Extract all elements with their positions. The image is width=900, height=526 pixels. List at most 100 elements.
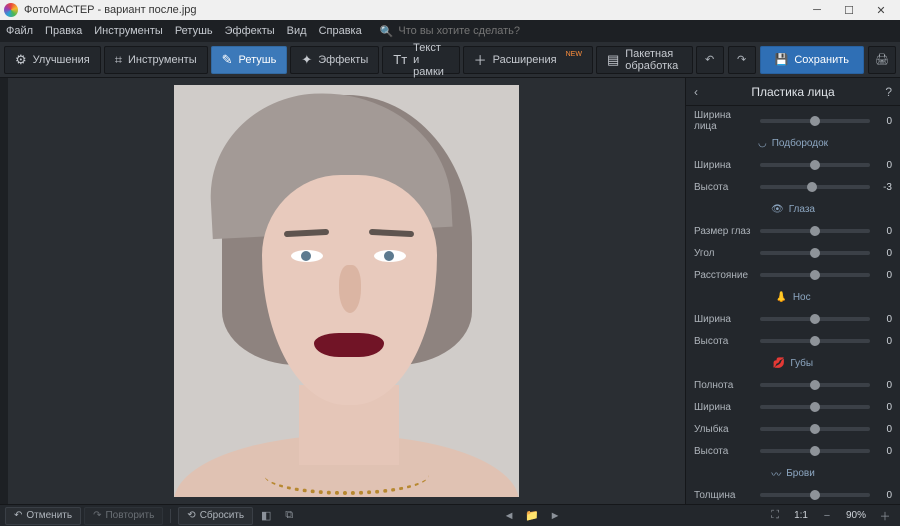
- section-header: 👃Нос: [694, 287, 892, 307]
- slider-track[interactable]: [760, 251, 870, 255]
- slider-eye_angle: Угол 0: [686, 242, 900, 264]
- slider-label: Высота: [694, 182, 754, 193]
- slider-label: Высота: [694, 336, 754, 347]
- slider-track[interactable]: [760, 405, 870, 409]
- brow-icon: 〰: [771, 466, 781, 481]
- tab-batch[interactable]: ▤Пакетная обработка: [596, 46, 693, 74]
- image-preview: [174, 85, 519, 497]
- slider-lips_width: Ширина 0: [686, 396, 900, 418]
- slider-thumb[interactable]: [810, 160, 820, 170]
- slider-label: Улыбка: [694, 424, 754, 435]
- slider-value: 0: [876, 248, 892, 259]
- panel-back-button[interactable]: ‹: [694, 85, 698, 99]
- fit-button[interactable]: ⛶: [765, 507, 785, 525]
- left-strip: [0, 78, 8, 504]
- window-title: ФотоМАСТЕР - вариант после.jpg: [24, 4, 197, 16]
- panel-help-button[interactable]: ?: [885, 85, 892, 99]
- slider-thumb[interactable]: [810, 424, 820, 434]
- slider-lips_height: Высота 0: [686, 440, 900, 462]
- slider-thumb[interactable]: [810, 402, 820, 412]
- slider-lips_smile: Улыбка 0: [686, 418, 900, 440]
- slider-thumb[interactable]: [810, 446, 820, 456]
- minimize-button[interactable]: ─: [802, 1, 832, 19]
- slider-track[interactable]: [760, 317, 870, 321]
- slider-thumb[interactable]: [810, 490, 820, 500]
- rotate-left-button[interactable]: ↶: [696, 46, 724, 74]
- print-icon: 🖨: [875, 53, 889, 66]
- menu-tools[interactable]: Инструменты: [94, 25, 163, 37]
- app-logo-icon: [4, 3, 18, 17]
- slider-label: Ширина: [694, 314, 754, 325]
- menu-file[interactable]: Файл: [6, 25, 33, 37]
- slider-track[interactable]: [760, 229, 870, 233]
- bottombar: ↶Отменить ↷Повторить ⟲Сбросить ◧ ⧉ ◄ 📁 ►…: [0, 504, 900, 526]
- prev-button[interactable]: ◄: [499, 507, 519, 525]
- zoom-label: 90%: [846, 510, 866, 521]
- slider-track[interactable]: [760, 339, 870, 343]
- tab-tools[interactable]: ⌗Инструменты: [104, 46, 208, 74]
- history-button[interactable]: ⧉: [279, 507, 299, 525]
- slider-track[interactable]: [760, 383, 870, 387]
- tab-effects[interactable]: ✦Эффекты: [290, 46, 379, 74]
- slider-thumb[interactable]: [810, 270, 820, 280]
- slider-track[interactable]: [760, 185, 870, 189]
- tab-enhance[interactable]: ⚙Улучшения: [4, 46, 101, 74]
- stack-icon: ▤: [607, 52, 619, 68]
- slider-chin_width: Ширина 0: [686, 154, 900, 176]
- reset-button[interactable]: ⟲Сбросить: [178, 507, 253, 525]
- slider-track[interactable]: [760, 273, 870, 277]
- menu-edit[interactable]: Правка: [45, 25, 82, 37]
- close-button[interactable]: ✕: [866, 1, 896, 19]
- redo-button[interactable]: ↷Повторить: [84, 507, 163, 525]
- slider-track[interactable]: [760, 427, 870, 431]
- menu-view[interactable]: Вид: [287, 25, 307, 37]
- search-input[interactable]: [398, 25, 558, 37]
- ratio-label[interactable]: 1:1: [794, 510, 808, 521]
- tab-extensions[interactable]: ＋РасширенияNEW: [463, 46, 593, 74]
- tab-text[interactable]: TᴛТекст и рамки: [382, 46, 459, 74]
- panel-title: Пластика лица: [751, 85, 834, 99]
- eye-icon: 👁: [771, 204, 784, 215]
- slider-track[interactable]: [760, 449, 870, 453]
- slider-value: 0: [876, 270, 892, 281]
- zoom-in-button[interactable]: ＋: [875, 507, 895, 525]
- next-button[interactable]: ►: [545, 507, 565, 525]
- menu-effects[interactable]: Эффекты: [225, 25, 275, 37]
- slider-label: Ширина: [694, 160, 754, 171]
- section-header: 〰Брови: [694, 463, 892, 483]
- slider-thumb[interactable]: [810, 336, 820, 346]
- brush-icon: ✎: [222, 52, 233, 68]
- slider-nose_width: Ширина 0: [686, 308, 900, 330]
- slider-label: Ширина: [694, 402, 754, 413]
- slider-value: 0: [876, 490, 892, 501]
- slider-thumb[interactable]: [810, 380, 820, 390]
- print-button[interactable]: 🖨: [868, 46, 896, 74]
- undo-button[interactable]: ↶Отменить: [5, 507, 81, 525]
- maximize-button[interactable]: ☐: [834, 1, 864, 19]
- slider-thumb[interactable]: [810, 248, 820, 258]
- slider-track[interactable]: [760, 163, 870, 167]
- save-icon: 💾: [775, 53, 789, 66]
- menu-help[interactable]: Справка: [319, 25, 362, 37]
- slider-value: 0: [876, 226, 892, 237]
- save-button[interactable]: 💾Сохранить: [760, 46, 864, 74]
- folder-button[interactable]: 📁: [522, 507, 542, 525]
- slider-eye_size: Размер глаз 0: [686, 220, 900, 242]
- rotate-right-button[interactable]: ↷: [728, 46, 756, 74]
- slider-label: Толщина: [694, 490, 754, 501]
- slider-thumb[interactable]: [810, 116, 820, 126]
- slider-value: 0: [876, 424, 892, 435]
- tab-retouch[interactable]: ✎Ретушь: [211, 46, 288, 74]
- crop-icon: ⌗: [115, 52, 122, 68]
- slider-track[interactable]: [760, 119, 870, 123]
- menu-retouch[interactable]: Ретушь: [175, 25, 213, 37]
- zoom-out-button[interactable]: −: [817, 507, 837, 525]
- canvas[interactable]: [8, 78, 685, 504]
- slider-thumb[interactable]: [810, 314, 820, 324]
- compare-button[interactable]: ◧: [256, 507, 276, 525]
- slider-thumb[interactable]: [810, 226, 820, 236]
- slider-label: Высота: [694, 446, 754, 457]
- slider-thumb[interactable]: [807, 182, 817, 192]
- slider-track[interactable]: [760, 493, 870, 497]
- slider-value: -3: [876, 182, 892, 193]
